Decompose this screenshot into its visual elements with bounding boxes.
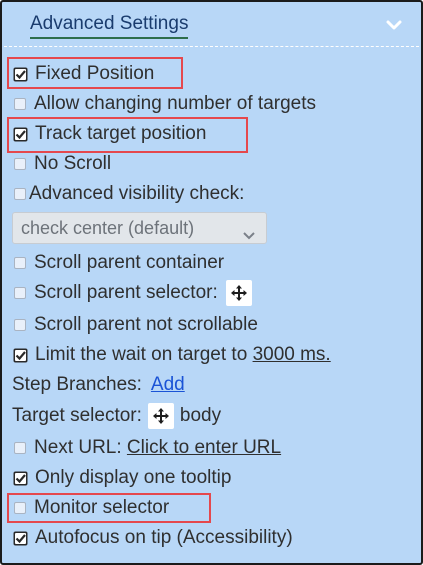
step-branches-row: Step Branches: Add xyxy=(12,373,185,397)
section-title: Advanced Settings xyxy=(30,14,189,39)
option-scroll-parent-not-scrollable[interactable]: Scroll parent not scrollable xyxy=(12,313,258,337)
option-next-url[interactable]: Next URL: Click to enter URL xyxy=(12,436,281,460)
option-label: Track target position xyxy=(35,123,207,144)
option-limit-wait[interactable]: Limit the wait on target to 3000 ms. xyxy=(12,343,331,367)
checkbox-icon[interactable] xyxy=(14,98,26,110)
checkbox-checked-icon[interactable] xyxy=(13,471,28,486)
step-branches-label: Step Branches: xyxy=(12,374,142,395)
option-label: Scroll parent not scrollable xyxy=(34,314,258,335)
checkbox-checked-icon[interactable] xyxy=(13,127,28,142)
option-label: Fixed Position xyxy=(35,63,155,84)
option-label: No Scroll xyxy=(34,153,112,174)
visibility-check-select[interactable]: check center (default) xyxy=(12,212,267,244)
option-label: Allow changing number of targets xyxy=(34,93,316,114)
option-label: Next URL: xyxy=(34,437,127,458)
option-scroll-parent-container[interactable]: Scroll parent container xyxy=(12,251,224,275)
option-only-one-tooltip[interactable]: Only display one tooltip xyxy=(12,466,231,490)
target-selector-value: body xyxy=(179,405,222,426)
enter-url-link[interactable]: Click to enter URL xyxy=(127,436,281,460)
option-label: Advanced visibility check: xyxy=(29,183,245,204)
option-label: Monitor selector xyxy=(34,497,170,518)
checkbox-icon[interactable] xyxy=(14,158,26,170)
checkbox-icon[interactable] xyxy=(14,188,26,200)
option-label: Limit the wait on target to xyxy=(35,344,253,365)
checkbox-checked-icon[interactable] xyxy=(13,531,28,546)
chevron-down-icon xyxy=(242,222,256,240)
option-autofocus-tip[interactable]: Autofocus on tip (Accessibility) xyxy=(12,526,293,550)
option-label: Only display one tooltip xyxy=(35,467,232,488)
select-value: check center (default) xyxy=(21,218,195,238)
option-fixed-position[interactable]: Fixed Position xyxy=(12,62,154,86)
add-branch-link[interactable]: Add xyxy=(151,373,185,397)
option-monitor-selector[interactable]: Monitor selector xyxy=(12,496,169,520)
option-allow-changing-targets[interactable]: Allow changing number of targets xyxy=(12,92,316,116)
option-label: Autofocus on tip (Accessibility) xyxy=(35,527,293,548)
target-picker-button[interactable] xyxy=(225,280,252,306)
target-selector-label: Target selector: xyxy=(12,405,142,426)
checkbox-checked-icon[interactable] xyxy=(13,348,28,363)
divider xyxy=(4,46,419,47)
checkbox-icon[interactable] xyxy=(14,287,26,299)
advanced-settings-header[interactable]: Advanced Settings xyxy=(4,4,419,46)
checkbox-icon[interactable] xyxy=(14,442,26,454)
checkbox-icon[interactable] xyxy=(14,319,26,331)
checkbox-icon[interactable] xyxy=(14,502,26,514)
target-picker-button[interactable] xyxy=(147,403,174,429)
checkbox-icon[interactable] xyxy=(14,257,26,269)
option-scroll-parent-selector[interactable]: Scroll parent selector: xyxy=(12,280,252,306)
option-no-scroll[interactable]: No Scroll xyxy=(12,152,111,176)
option-advanced-visibility[interactable]: Advanced visibility check: xyxy=(12,182,244,206)
wait-time-value[interactable]: 3000 ms. xyxy=(253,343,331,367)
option-label: Scroll parent container xyxy=(34,252,225,273)
target-selector-row: Target selector: body xyxy=(12,403,221,429)
option-label: Scroll parent selector: xyxy=(34,282,218,303)
checkbox-checked-icon[interactable] xyxy=(13,67,28,82)
option-track-target-position[interactable]: Track target position xyxy=(12,122,206,146)
chevron-down-icon[interactable] xyxy=(385,16,403,34)
